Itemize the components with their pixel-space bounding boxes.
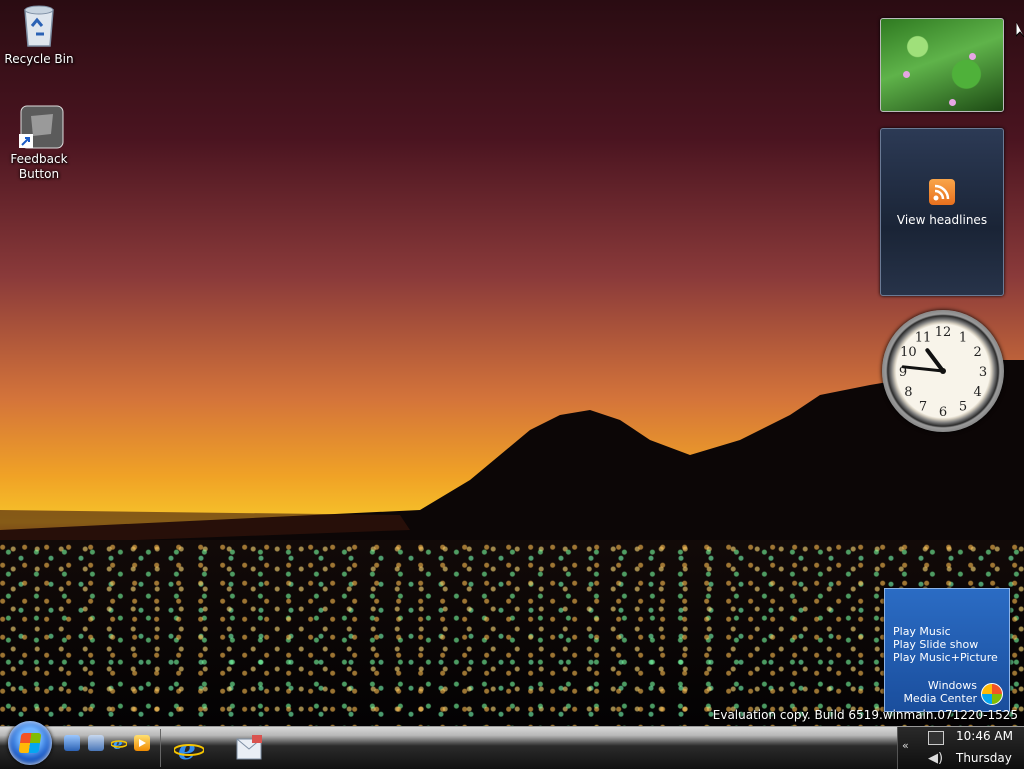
flower-decor (969, 53, 976, 60)
recycle-bin-label: Recycle Bin (4, 52, 74, 66)
svg-text:e: e (178, 733, 196, 763)
media-player-icon[interactable] (134, 735, 150, 751)
clock-numeral: 11 (915, 330, 932, 345)
show-hidden-icons-chevron-icon[interactable]: « (902, 739, 909, 752)
start-button[interactable] (8, 721, 52, 765)
recycle-bin-icon (19, 4, 59, 48)
feedback-button-shortcut[interactable]: Feedback Button (4, 104, 74, 182)
network-status-icon[interactable] (928, 731, 944, 745)
taskbar: e e « ◀) 10:46 AM Thursday (0, 721, 1024, 769)
volume-icon[interactable]: ◀) (928, 751, 943, 766)
rss-icon (929, 179, 955, 205)
wallpaper-city-lights (0, 540, 1024, 730)
clock-numeral: 2 (974, 345, 982, 360)
flower-decor (949, 99, 956, 106)
feedback-shortcut-icon (19, 104, 64, 149)
windows-mail-icon[interactable] (234, 733, 264, 763)
clock-face: 12 1234567891011 (899, 325, 987, 420)
clock-numeral: 8 (904, 385, 912, 400)
taskbar-internet-explorer-icon[interactable]: e (173, 733, 205, 766)
clock-hour-hand (925, 348, 945, 373)
evaluation-watermark: Evaluation copy. Build 6519.winmain.0712… (712, 708, 1018, 722)
switch-windows-icon[interactable] (88, 735, 104, 751)
mouse-cursor-icon (1016, 22, 1024, 38)
flower-decor (903, 71, 910, 78)
clock-numeral: 5 (959, 400, 967, 415)
clock-numeral: 3 (979, 365, 987, 380)
play-music-link[interactable]: Play Music (893, 625, 998, 638)
clock-minute-hand (901, 365, 945, 373)
clock-gadget[interactable]: 12 1 2 3 4 5 6 7 8 9 10 11 (882, 310, 1004, 432)
clock-numeral: 10 (900, 345, 917, 360)
clock-numeral: 12 (935, 325, 952, 340)
clock-center-pin (940, 368, 946, 374)
clock-numeral: 1 (959, 330, 967, 345)
wmc-brand-line1: Windows (927, 679, 977, 692)
play-music-picture-link[interactable]: Play Music+Picture (893, 651, 998, 664)
taskbar-separator (160, 729, 161, 767)
clock-numeral: 4 (974, 385, 982, 400)
notification-area: « ◀) 10:46 AM Thursday (897, 727, 1024, 769)
clock-numeral: 7 (919, 400, 927, 415)
clock-time[interactable]: 10:46 AM (956, 729, 1013, 743)
slideshow-gadget[interactable] (880, 18, 1004, 112)
feed-headlines-gadget[interactable]: View headlines (880, 128, 1004, 296)
play-slideshow-link[interactable]: Play Slide show (893, 638, 998, 651)
windows-start-orb-icon (18, 733, 42, 753)
internet-explorer-icon[interactable]: e (110, 735, 128, 753)
recycle-bin-shortcut[interactable]: Recycle Bin (4, 4, 74, 67)
clock-day: Thursday (956, 751, 1012, 765)
view-headlines-link[interactable]: View headlines (881, 213, 1003, 227)
clock-numeral: 6 (939, 405, 947, 420)
media-center-gadget[interactable]: Play Music Play Slide show Play Music+Pi… (884, 588, 1010, 712)
show-desktop-icon[interactable] (64, 735, 80, 751)
svg-text:e: e (113, 735, 123, 751)
wmc-brand-line2: Media Center (903, 692, 977, 705)
feedback-button-label: Feedback Button (10, 152, 68, 181)
windows-logo-icon (981, 683, 1003, 705)
